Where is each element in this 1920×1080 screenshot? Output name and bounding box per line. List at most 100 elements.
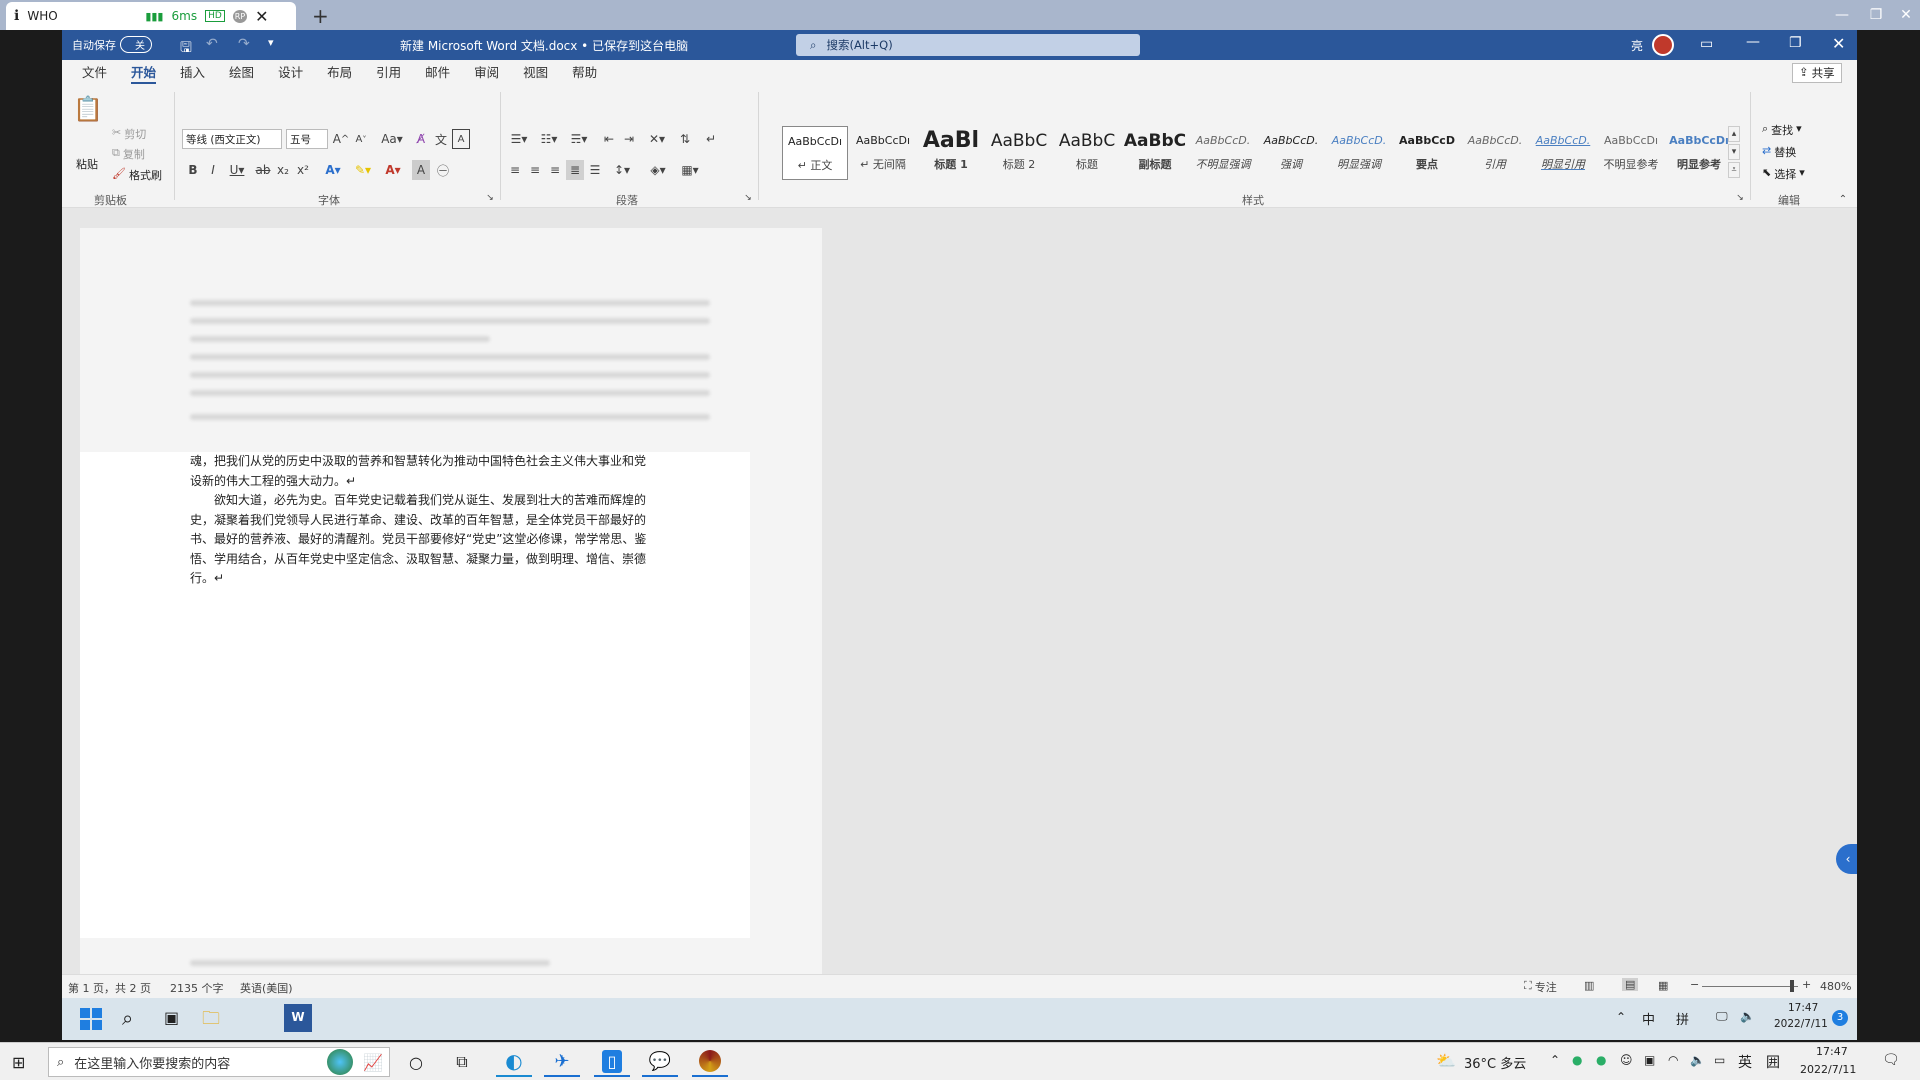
style-heading-1[interactable]: AaBl 标题 1 (918, 126, 984, 180)
style-subtle-reference[interactable]: AaBbCcDı 不明显参考 (1598, 126, 1664, 180)
borders-icon[interactable]: ▦▾ (676, 160, 704, 180)
style-emphasis[interactable]: AaBbCcD. 强调 (1258, 126, 1324, 180)
windows-start-icon[interactable]: ⊞ (12, 1053, 25, 1072)
clock-time[interactable]: 17:47 (1816, 1045, 1848, 1058)
bold-icon[interactable]: B (184, 160, 202, 180)
document-text-region[interactable]: 魂，把我们从党的历史中汲取的营养和智慧转化为推动中国特色社会主义伟大事业和党 设… (80, 452, 750, 938)
justify-icon[interactable]: ≣ (566, 160, 584, 180)
tray-overflow-icon[interactable]: ⌃ (1550, 1053, 1560, 1067)
battery-icon[interactable]: ▭ (1714, 1053, 1725, 1067)
remote-restore-button[interactable]: ❐ (1860, 0, 1892, 30)
line-spacing-icon[interactable]: ↕▾ (608, 160, 636, 180)
close-tab-icon[interactable]: ✕ (255, 7, 268, 26)
enclose-char-icon[interactable]: ㊀ (434, 160, 452, 180)
tab-home[interactable]: 开始 (119, 60, 168, 86)
action-center-icon[interactable]: 🗨 (1882, 1052, 1900, 1068)
style-heading-2[interactable]: AaBbC 标题 2 (986, 126, 1052, 180)
language-indicator[interactable]: 英语(美国) (240, 980, 293, 996)
char-border-icon[interactable]: A (452, 129, 470, 149)
tray-app-icon[interactable]: ● (1572, 1053, 1582, 1067)
decrease-indent-icon[interactable]: ⇤ (600, 129, 618, 149)
subscript-icon[interactable]: x₂ (274, 160, 292, 180)
tab-mailings[interactable]: 邮件 (413, 60, 462, 86)
minimize-button[interactable]: — (1746, 34, 1760, 50)
document-area[interactable]: 魂，把我们从党的历史中汲取的营养和智慧转化为推动中国特色社会主义伟大事业和党 设… (62, 208, 1857, 988)
tray-app-icon[interactable]: ● (1596, 1053, 1606, 1067)
task-view-icon[interactable]: ⧉ (444, 1047, 480, 1077)
ime-indicator[interactable]: 英 (1738, 1052, 1752, 1072)
replace-button[interactable]: ⇄ 替换 (1762, 144, 1796, 160)
align-center-icon[interactable]: ≡ (526, 160, 544, 180)
side-panel-toggle[interactable]: ‹ (1836, 844, 1857, 874)
save-icon[interactable]: 🖫 (180, 37, 192, 61)
customize-qat-icon[interactable]: ▾ (268, 36, 274, 49)
search-icon[interactable]: ⌕ (122, 1006, 133, 1030)
format-painter-button[interactable]: 🖌 格式刷 (112, 167, 162, 183)
zoom-slider[interactable] (1702, 986, 1798, 987)
bullets-icon[interactable]: ☰▾ (506, 129, 532, 149)
ime-indicator[interactable]: 中 (1642, 1009, 1655, 1028)
remote-clock-date[interactable]: 2022/7/11 (1774, 1018, 1828, 1030)
app-icon[interactable] (692, 1047, 728, 1077)
volume-icon[interactable]: 🔈 (1740, 1009, 1755, 1023)
style-subtle-emphasis[interactable]: AaBbCcD. 不明显强调 (1190, 126, 1256, 180)
avatar[interactable] (1652, 34, 1674, 56)
style-subtitle[interactable]: AaBbC 副标题 (1122, 126, 1188, 180)
wechat-icon[interactable]: 💬 (642, 1047, 678, 1077)
tab-references[interactable]: 引用 (364, 60, 413, 86)
align-left-icon[interactable]: ≡ (506, 160, 524, 180)
style-quote[interactable]: AaBbCcD. 引用 (1462, 126, 1528, 180)
zoom-level[interactable]: 480% (1820, 980, 1851, 993)
new-tab-button[interactable]: + (312, 4, 329, 28)
change-case-icon[interactable]: Aa▾ (378, 129, 406, 149)
word-app-icon[interactable]: W (284, 1004, 312, 1032)
tab-layout[interactable]: 布局 (315, 60, 364, 86)
tab-file[interactable]: 文件 (70, 60, 119, 86)
user-name[interactable]: 亮 (1631, 37, 1643, 54)
paste-icon[interactable]: 📋 (73, 94, 103, 124)
edge-icon[interactable]: ◐ (496, 1047, 532, 1077)
highlight-icon[interactable]: ✎▾ (350, 160, 376, 180)
increase-indent-icon[interactable]: ⇥ (620, 129, 638, 149)
redo-icon[interactable]: ↷ (238, 36, 250, 52)
remote-close-button[interactable]: ✕ (1890, 0, 1920, 30)
style-intense-emphasis[interactable]: AaBbCcD. 明显强调 (1326, 126, 1392, 180)
align-right-icon[interactable]: ≡ (546, 160, 564, 180)
find-button[interactable]: ⌕ 查找 ▾ (1762, 122, 1802, 138)
style-no-spacing[interactable]: AaBbCcDı ↵ 无间隔 (850, 126, 916, 180)
numbering-icon[interactable]: ☷▾ (536, 129, 562, 149)
grow-font-icon[interactable]: A ^ (332, 129, 350, 149)
weather-icon[interactable]: ⛅ (1436, 1051, 1456, 1070)
style-strong[interactable]: AaBbCcD 要点 (1394, 126, 1460, 180)
show-marks-icon[interactable]: ↵ (702, 129, 720, 149)
print-layout-icon[interactable]: ▤ (1622, 978, 1639, 991)
style-intense-quote[interactable]: AaBbCcD. 明显引用 (1530, 126, 1596, 180)
tab-draw[interactable]: 绘图 (217, 60, 266, 86)
remote-tab[interactable]: ℹ WHO ▮▮▮ 6ms HD RP ✕ (6, 2, 296, 30)
sort-icon[interactable]: ⇅ (676, 129, 694, 149)
focus-button[interactable]: ⛶ 专注 (1524, 979, 1557, 995)
ime-mode-indicator[interactable]: 拼 (1676, 1009, 1689, 1028)
autosave-toggle[interactable]: 自动保存 关 (72, 36, 152, 53)
paragraph-dialog-launcher-icon[interactable]: ↘ (742, 192, 754, 204)
shading-icon[interactable]: ◈▾ (644, 160, 672, 180)
underline-icon[interactable]: U▾ (224, 160, 250, 180)
zoom-in-icon[interactable]: + (1802, 978, 1811, 991)
tray-overflow-icon[interactable]: ⌃ (1616, 1010, 1626, 1024)
paste-label[interactable]: 粘贴 (76, 156, 98, 172)
cortana-icon[interactable]: ○ (398, 1047, 434, 1077)
ime-mode-indicator[interactable]: 囲 (1766, 1052, 1780, 1072)
copy-button[interactable]: ⧉ 复制 (112, 146, 145, 162)
document-title[interactable]: 新建 Microsoft Word 文档.docx • 已保存到这台电脑 (400, 37, 688, 54)
clear-format-icon[interactable]: A̸ (412, 129, 430, 149)
wifi-icon[interactable]: ◠ (1668, 1053, 1678, 1067)
font-name-select[interactable]: 等线 (西文正文) (182, 129, 282, 149)
style-normal[interactable]: AaBbCcDı ↵ 正文 (782, 126, 848, 180)
ribbon-display-icon[interactable]: ▭ (1700, 36, 1713, 52)
start-icon[interactable] (80, 1008, 102, 1030)
task-view-icon[interactable]: ▣ (164, 1008, 179, 1027)
share-button[interactable]: ⇪ 共享 (1792, 63, 1842, 83)
qq-icon[interactable]: ☺ (1620, 1053, 1633, 1067)
read-mode-icon[interactable]: ▥ (1584, 979, 1594, 992)
style-title[interactable]: AaBbC 标题 (1054, 126, 1120, 180)
